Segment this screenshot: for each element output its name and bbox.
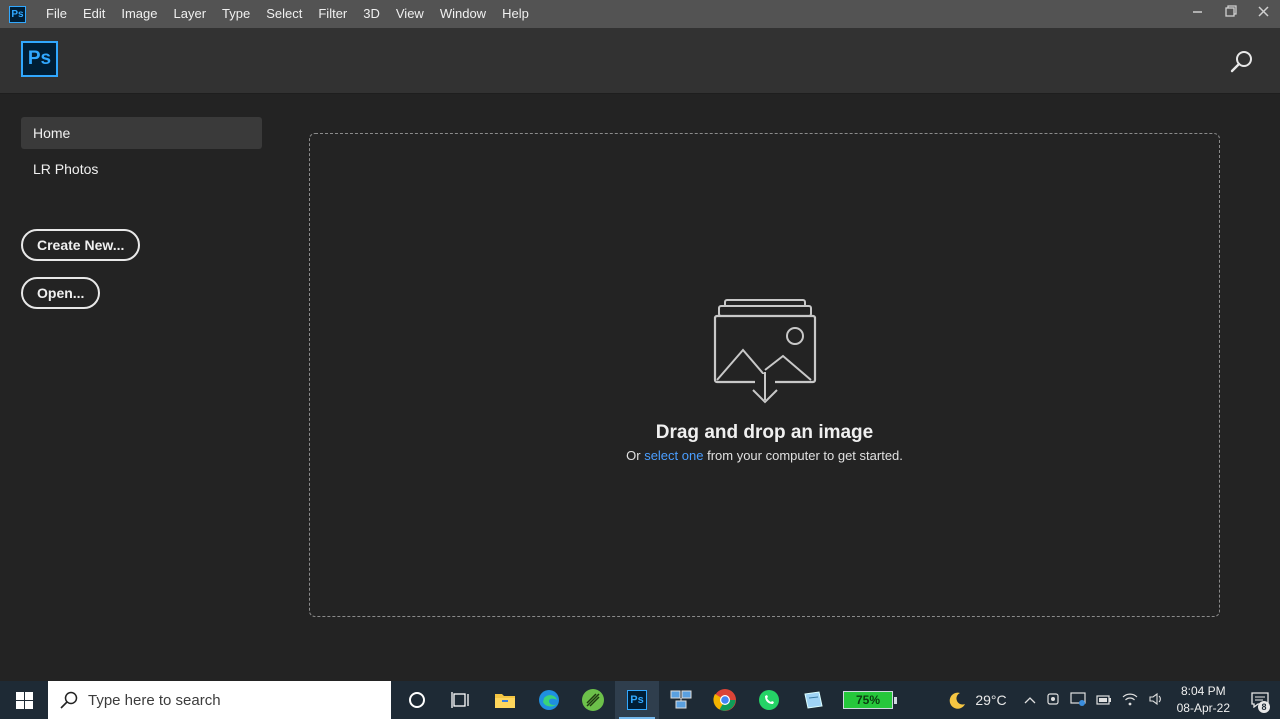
whatsapp-icon[interactable] (747, 681, 791, 719)
drop-sub-prefix: Or (626, 448, 641, 463)
menu-bar: Ps File Edit Image Layer Type Select Fil… (0, 0, 1280, 28)
menu-edit[interactable]: Edit (75, 0, 113, 28)
image-upload-icon (713, 298, 817, 404)
notification-center-icon[interactable]: 8 (1240, 681, 1280, 719)
drop-sub-suffix: from your computer to get started. (707, 448, 903, 463)
tray-app-icon[interactable] (1070, 691, 1086, 709)
chevron-up-icon[interactable] (1024, 693, 1036, 708)
menu-select[interactable]: Select (258, 0, 310, 28)
system-clock[interactable]: 8:04 PM 08-Apr-22 (1177, 683, 1230, 717)
cortana-icon[interactable] (395, 681, 439, 719)
create-new-button[interactable]: Create New... (21, 229, 141, 261)
close-icon[interactable] (1247, 0, 1280, 22)
notes-icon[interactable] (791, 681, 835, 719)
battery-indicator[interactable]: 75% (843, 691, 897, 709)
search-icon (60, 691, 78, 709)
wifi-icon[interactable] (1122, 692, 1138, 709)
menu-image[interactable]: Image (113, 0, 165, 28)
app-icon: Ps (9, 5, 26, 23)
photoshop-logo: Ps (21, 41, 58, 77)
clock-date: 08-Apr-22 (1176, 701, 1230, 715)
chrome-icon[interactable] (703, 681, 747, 719)
weather-widget[interactable]: 29°C (947, 690, 1007, 710)
menu-layer[interactable]: Layer (166, 0, 215, 28)
weather-moon-icon (950, 692, 966, 709)
select-one-link[interactable]: select one (644, 448, 703, 463)
windows-start-icon[interactable] (0, 681, 48, 719)
menu-help[interactable]: Help (494, 0, 537, 28)
minimize-icon[interactable] (1181, 0, 1214, 22)
taskbar-search-box[interactable]: Type here to search (48, 681, 391, 719)
photoshop-icon[interactable]: Ps (615, 681, 659, 719)
menu-list: File Edit Image Layer Type Select Filter… (38, 0, 537, 28)
nav-item-home[interactable]: Home (21, 117, 262, 149)
drop-subtitle: Or select one from your computer to get … (310, 448, 1219, 463)
taskbar-search-placeholder: Type here to search (88, 691, 221, 709)
window-controls (1181, 0, 1280, 22)
meet-now-icon[interactable] (1046, 692, 1060, 709)
app-header: Ps (0, 28, 1280, 94)
edge-icon[interactable] (527, 681, 571, 719)
menu-type[interactable]: Type (214, 0, 258, 28)
system-tray: 29°C 8:04 PM 08-Apr-22 8 (947, 681, 1280, 719)
clock-time: 8:04 PM (1180, 684, 1226, 698)
menu-file[interactable]: File (38, 0, 75, 28)
home-nav: Home LR Photos (21, 117, 262, 189)
nav-item-lr-photos[interactable]: LR Photos (21, 153, 262, 185)
menu-3d[interactable]: 3D (355, 0, 388, 28)
task-view-icon[interactable] (439, 681, 483, 719)
volume-icon[interactable] (1148, 692, 1164, 709)
search-icon[interactable] (1230, 50, 1254, 74)
battery-icon[interactable] (1096, 693, 1112, 708)
green-app-icon[interactable] (571, 681, 615, 719)
weather-temp: 29°C (975, 692, 1007, 708)
open-button[interactable]: Open... (21, 277, 101, 309)
network-app-icon[interactable] (659, 681, 703, 719)
drop-zone[interactable]: Drag and drop an image Or select one fro… (309, 133, 1220, 617)
restore-icon[interactable] (1214, 0, 1247, 22)
taskbar: Type here to search Ps 75% 29°C 8:04 PM … (0, 681, 1280, 719)
menu-filter[interactable]: Filter (310, 0, 355, 28)
menu-view[interactable]: View (388, 0, 432, 28)
notification-count-badge: 8 (1258, 701, 1270, 713)
photoshop-taskbar-glyph: Ps (627, 690, 647, 710)
drop-title: Drag and drop an image (655, 422, 874, 443)
file-explorer-icon[interactable] (483, 681, 527, 719)
menu-window[interactable]: Window (432, 0, 494, 28)
